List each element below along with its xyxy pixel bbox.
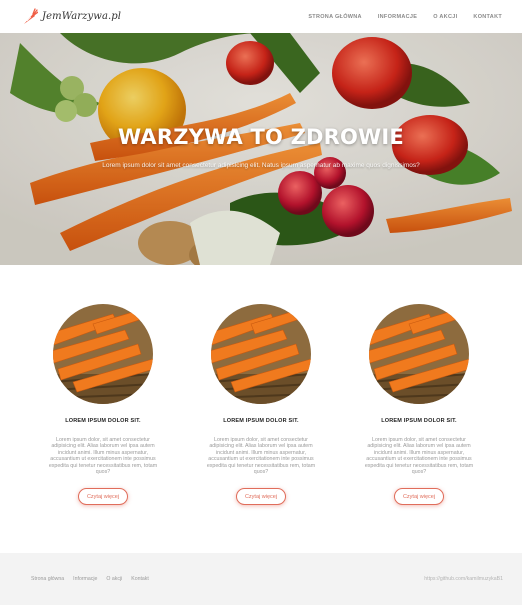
carrots-image xyxy=(211,304,311,404)
hero-title: WARZYWA TO ZDROWIE xyxy=(118,125,404,149)
carrots-image xyxy=(53,304,153,404)
footer-link-about[interactable]: O akcji xyxy=(106,576,122,582)
hero-subtitle: Lorem ipsum dolor sit amet consectetur a… xyxy=(102,162,420,169)
nav-item-home[interactable]: STRONA GŁÓWNA xyxy=(308,14,362,20)
nav-item-info[interactable]: INFORMACJE xyxy=(378,14,417,20)
footer-nav: Strona główna Informacje O akcji Kontakt xyxy=(31,576,149,582)
carrot-icon xyxy=(24,7,38,24)
feature-cards: LOREM IPSUM DOLOR SIT. Lorem ipsum dolor… xyxy=(0,304,522,506)
feature-card: LOREM IPSUM DOLOR SIT. Lorem ipsum dolor… xyxy=(206,304,316,506)
card-text: Lorem ipsum dolor, sit amet consectetur … xyxy=(48,437,158,476)
feature-card: LOREM IPSUM DOLOR SIT. Lorem ipsum dolor… xyxy=(48,304,158,506)
github-link[interactable]: https://github.com/kamilmuzykaB1 xyxy=(424,576,503,582)
card-text: Lorem ipsum dolor, sit amet consectetur … xyxy=(206,437,316,476)
footer-link-info[interactable]: Informacje xyxy=(73,576,97,582)
read-more-button[interactable]: Czytaj więcej xyxy=(78,488,128,506)
feature-card: LOREM IPSUM DOLOR SIT. Lorem ipsum dolor… xyxy=(364,304,474,506)
carrots-image xyxy=(369,304,469,404)
card-title: LOREM IPSUM DOLOR SIT. xyxy=(65,418,141,424)
nav-item-about[interactable]: O AKCJI xyxy=(433,14,457,20)
card-title: LOREM IPSUM DOLOR SIT. xyxy=(223,418,299,424)
main-nav: STRONA GŁÓWNA INFORMACJE O AKCJI KONTAKT xyxy=(308,14,502,20)
logo-text: JemWarzywa.pl xyxy=(42,11,122,22)
site-footer: Strona główna Informacje O akcji Kontakt… xyxy=(0,553,522,605)
footer-link-home[interactable]: Strona główna xyxy=(31,576,64,582)
read-more-button[interactable]: Czytaj więcej xyxy=(236,488,286,506)
read-more-button[interactable]: Czytaj więcej xyxy=(394,488,444,506)
site-header: JemWarzywa.pl STRONA GŁÓWNA INFORMACJE O… xyxy=(0,0,522,33)
nav-item-contact[interactable]: KONTAKT xyxy=(473,14,502,20)
footer-link-contact[interactable]: Kontakt xyxy=(131,576,149,582)
hero-vegetables-image xyxy=(0,33,522,265)
card-text: Lorem ipsum dolor, sit amet consectetur … xyxy=(364,437,474,476)
logo[interactable]: JemWarzywa.pl xyxy=(22,7,122,26)
hero-banner: WARZYWA TO ZDROWIE Lorem ipsum dolor sit… xyxy=(0,33,522,265)
card-title: LOREM IPSUM DOLOR SIT. xyxy=(381,418,457,424)
